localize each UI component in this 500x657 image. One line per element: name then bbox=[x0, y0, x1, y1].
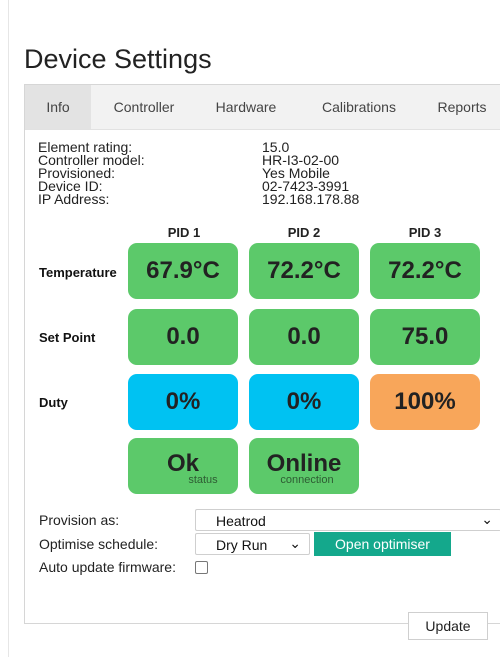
temperature-label: Temperature bbox=[39, 265, 117, 280]
pid-1-header: PID 1 bbox=[167, 225, 201, 240]
pid-3-duty-tile: 100% bbox=[370, 374, 480, 430]
info-value: 192.168.178.88 bbox=[262, 191, 360, 207]
update-button[interactable]: Update bbox=[408, 612, 488, 640]
status-value: Ok bbox=[166, 450, 199, 477]
optimise-schedule-label: Optimise schedule: bbox=[39, 536, 159, 552]
info-row-ip-address: IP Address: 192.168.178.88 bbox=[38, 191, 360, 207]
connection-tile: Online connection bbox=[249, 438, 359, 494]
pid-2-header: PID 2 bbox=[287, 225, 321, 240]
pid-1-temperature-tile: 67.9°C bbox=[128, 243, 238, 299]
connection-value: Online bbox=[266, 450, 342, 477]
tab-hardware[interactable]: Hardware bbox=[205, 85, 287, 129]
pid-2-duty-tile: 0% bbox=[249, 374, 359, 430]
provision-as-select[interactable]: Heatrod ⌄ bbox=[195, 509, 500, 531]
settings-panel: Info Controller Hardware Calibrations Re… bbox=[24, 84, 500, 640]
tab-bar: Info Controller Hardware Calibrations Re… bbox=[25, 85, 500, 130]
provision-as-value: Heatrod bbox=[216, 513, 266, 529]
pid-3-header: PID 3 bbox=[408, 225, 442, 240]
optimise-schedule-value: Dry Run bbox=[216, 537, 268, 553]
provision-as-label: Provision as: bbox=[39, 512, 120, 528]
pid-1-duty-tile: 0% bbox=[128, 374, 238, 430]
tab-reports[interactable]: Reports bbox=[427, 85, 497, 129]
device-info: Element rating: 15.0 Controller model: HR-… bbox=[38, 140, 360, 207]
connection-caption: connection bbox=[280, 474, 334, 486]
pid-2-temperature-tile: 72.2°C bbox=[249, 243, 359, 299]
chevron-down-icon: ⌄ bbox=[289, 535, 301, 551]
pid-3-temperature-tile: 72.2°C bbox=[370, 243, 480, 299]
tab-info[interactable]: Info bbox=[25, 85, 91, 129]
auto-update-firmware-checkbox[interactable] bbox=[195, 561, 208, 574]
page-left-border bbox=[8, 0, 9, 657]
status-tile: Ok status bbox=[128, 438, 238, 494]
auto-update-firmware-label: Auto update firmware: bbox=[39, 559, 176, 575]
status-caption: status bbox=[188, 474, 218, 486]
chevron-down-icon: ⌄ bbox=[481, 511, 493, 527]
pid-2-set-point-tile: 0.0 bbox=[249, 309, 359, 365]
tab-calibrations[interactable]: Calibrations bbox=[309, 85, 409, 129]
duty-label: Duty bbox=[39, 395, 68, 410]
open-optimiser-button[interactable]: Open optimiser bbox=[314, 532, 451, 556]
pid-1-set-point-tile: 0.0 bbox=[128, 309, 238, 365]
info-label: IP Address: bbox=[38, 191, 110, 207]
set-point-label: Set Point bbox=[39, 330, 96, 345]
optimise-schedule-select[interactable]: Dry Run ⌄ bbox=[195, 533, 310, 555]
tab-controller[interactable]: Controller bbox=[103, 85, 185, 129]
pid-3-set-point-tile: 75.0 bbox=[370, 309, 480, 365]
page-title: Device Settings bbox=[24, 44, 212, 74]
